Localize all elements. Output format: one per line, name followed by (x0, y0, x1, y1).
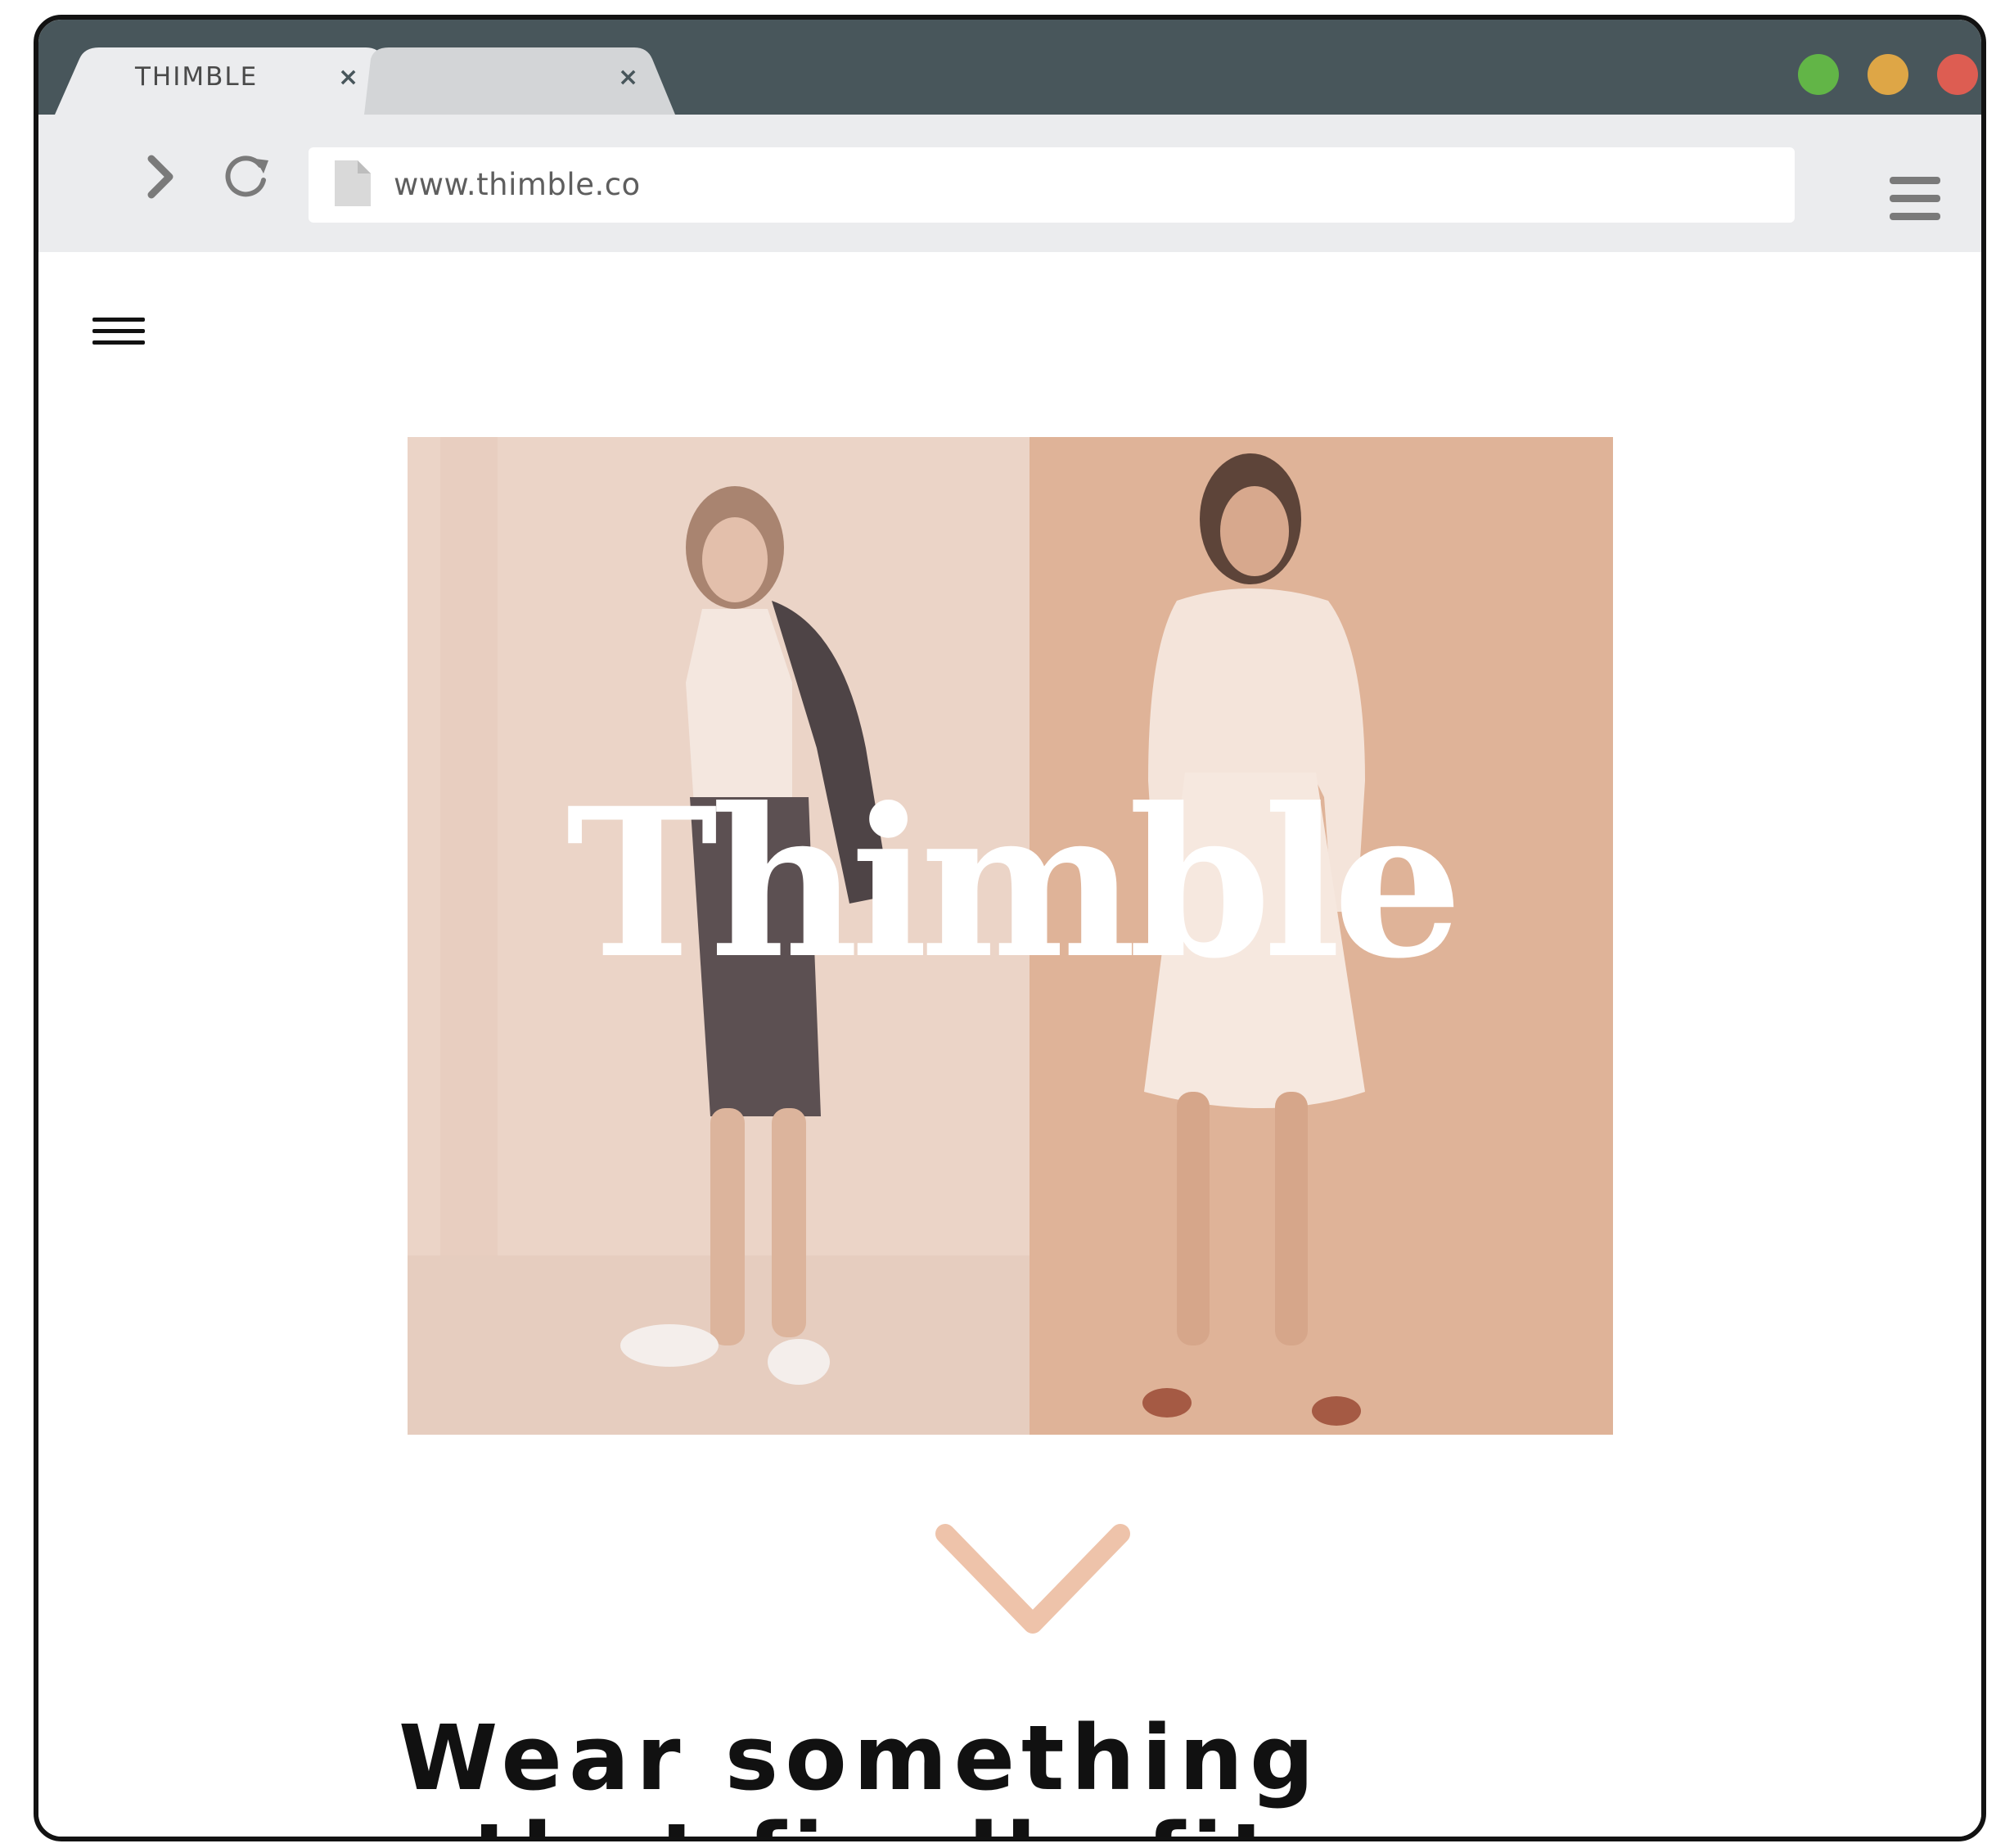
browser-window: THIMBLE × × www.thimble.co Thimble Wear … (34, 15, 1986, 1841)
address-bar[interactable]: www.thimble.co (309, 147, 1795, 223)
headline-line-2: that finally fits (399, 1807, 1339, 1837)
url-text: www.thimble.co (394, 167, 641, 202)
brand-logo: Thimble (565, 763, 1462, 1003)
headline-line-1: Wear something (399, 1706, 1321, 1810)
minimize-button[interactable] (1868, 54, 1908, 95)
browser-toolbar: www.thimble.co (38, 115, 1981, 252)
chevron-right-icon[interactable] (143, 152, 179, 205)
menu-icon[interactable] (92, 318, 145, 350)
hamburger-icon[interactable] (1890, 177, 1940, 226)
tab-close-icon[interactable]: × (338, 65, 358, 90)
hero-image: Thimble (408, 437, 1613, 1435)
headline: Wear something that finally fits (399, 1706, 1339, 1837)
maximize-button[interactable] (1798, 54, 1839, 95)
page-content: Thimble Wear something that finally fits (38, 252, 1981, 1837)
close-window-button[interactable] (1937, 54, 1978, 95)
tab-thimble[interactable]: THIMBLE × (55, 47, 399, 115)
title-bar: THIMBLE × × (38, 20, 1981, 115)
page-icon (335, 160, 371, 206)
tab-label: THIMBLE (135, 62, 259, 92)
tab-close-icon[interactable]: × (618, 65, 638, 90)
reload-icon[interactable] (223, 151, 272, 203)
chevron-down-icon[interactable] (930, 1519, 1135, 1645)
tab-empty[interactable]: × (364, 47, 675, 115)
